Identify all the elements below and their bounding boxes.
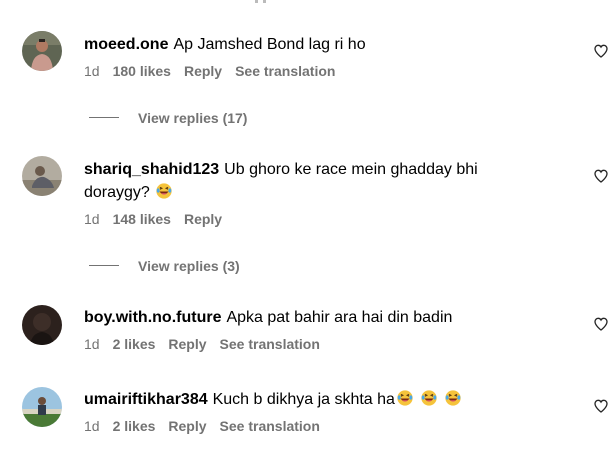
cropped-content-mark	[255, 0, 266, 3]
likes-count[interactable]: 2 likes	[113, 336, 156, 352]
reply-button[interactable]: Reply	[168, 418, 206, 434]
heart-outline-icon[interactable]	[593, 168, 609, 184]
laughing-tears-emoji-icon	[397, 390, 413, 406]
comment-username[interactable]: moeed.one	[84, 36, 168, 53]
reply-button[interactable]: Reply	[168, 336, 206, 352]
heart-outline-icon[interactable]	[593, 43, 609, 59]
see-translation-button[interactable]: See translation	[220, 418, 320, 434]
reply-button[interactable]: Reply	[184, 211, 222, 227]
comment-time[interactable]: 1d	[84, 418, 100, 434]
avatar[interactable]	[22, 31, 62, 71]
view-replies-label[interactable]: View replies (17)	[138, 110, 247, 126]
see-translation-button[interactable]: See translation	[235, 63, 335, 79]
heart-outline-icon[interactable]	[593, 316, 609, 332]
reply-button[interactable]: Reply	[184, 63, 222, 79]
view-replies-label[interactable]: View replies (3)	[138, 258, 240, 274]
comment-username[interactable]: umairiftikhar384	[84, 391, 208, 408]
divider-line	[89, 116, 119, 118]
view-replies-button[interactable]: View replies (17)	[89, 110, 247, 126]
laughing-tears-emoji-icon	[421, 390, 437, 406]
laughing-tears-emoji-icon	[156, 183, 172, 199]
comment-time[interactable]: 1d	[84, 63, 100, 79]
avatar[interactable]	[22, 156, 62, 196]
comment-username[interactable]: boy.with.no.future	[84, 309, 221, 326]
comment-text: Kuch b dikhya ja skhta ha	[212, 391, 395, 408]
likes-count[interactable]: 2 likes	[113, 418, 156, 434]
comment-text: Apka pat bahir ara hai din badin	[226, 309, 453, 326]
view-replies-button[interactable]: View replies (3)	[89, 258, 240, 274]
heart-outline-icon[interactable]	[593, 398, 609, 414]
comment-time[interactable]: 1d	[84, 336, 100, 352]
comment-text-continued: doraygy?	[84, 184, 150, 201]
laughing-tears-emoji-icon	[445, 390, 461, 406]
comment-text: Ub ghoro ke race mein ghadday bhi	[224, 161, 478, 178]
divider-line	[89, 264, 119, 266]
likes-count[interactable]: 148 likes	[113, 211, 171, 227]
avatar[interactable]	[22, 305, 62, 345]
comment-text: Ap Jamshed Bond lag ri ho	[173, 36, 366, 53]
avatar[interactable]	[22, 387, 62, 427]
likes-count[interactable]: 180 likes	[113, 63, 171, 79]
see-translation-button[interactable]: See translation	[220, 336, 320, 352]
comment-time[interactable]: 1d	[84, 211, 100, 227]
comment-username[interactable]: shariq_shahid123	[84, 161, 219, 178]
